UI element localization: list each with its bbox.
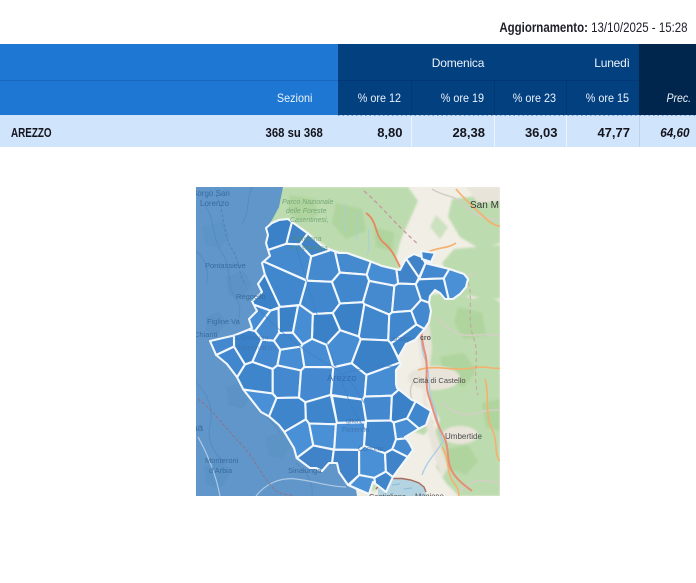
svg-text:e Campigna: e Campigna — [290, 245, 328, 252]
svg-text:Pontassieve: Pontassieve — [205, 261, 246, 270]
svg-text:d'Arbia: d'Arbia — [209, 466, 233, 475]
svg-text:cro: cro — [420, 335, 431, 342]
svg-text:ansep: ansep — [392, 336, 411, 343]
svg-text:Borgo San: Borgo San — [196, 189, 230, 198]
svg-text:Montevarchi: Montevarchi — [238, 345, 277, 352]
svg-text:S.Giovanni: S.Giovanni — [234, 335, 269, 342]
svg-text:Città di Castello: Città di Castello — [413, 376, 466, 385]
svg-text:Umbertide: Umbertide — [445, 432, 482, 441]
svg-text:Parco Nazionale: Parco Nazionale — [282, 199, 333, 206]
svg-text:Cortona: Cortona — [358, 446, 383, 453]
svg-text:Casentinesi,: Casentinesi, — [290, 217, 329, 224]
svg-text:Figline Va: Figline Va — [207, 317, 241, 326]
svg-text:na: na — [196, 423, 204, 434]
svg-text:Castiglione: Castiglione — [369, 492, 406, 496]
svg-text:Chianti: Chianti — [196, 330, 218, 339]
svg-text:delle Foreste: delle Foreste — [286, 208, 327, 215]
svg-text:Fiorentin: Fiorentin — [342, 427, 369, 434]
svg-text:San M: San M — [470, 200, 499, 211]
svg-text:Falterona: Falterona — [292, 236, 322, 243]
svg-text:Sinalunga: Sinalunga — [288, 466, 322, 475]
svg-text:Magione: Magione — [415, 492, 444, 497]
svg-text:Monteroni: Monteroni — [205, 456, 239, 465]
svg-text:Lorenzo: Lorenzo — [200, 199, 229, 208]
svg-text:Reggello: Reggello — [236, 292, 266, 301]
